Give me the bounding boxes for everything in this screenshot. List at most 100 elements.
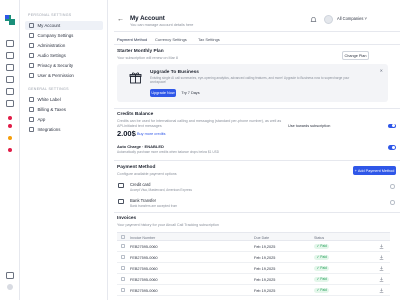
tab-payment-method[interactable]: Payment Method bbox=[117, 37, 147, 42]
sidebar-item-integrations[interactable]: Integrations bbox=[25, 125, 103, 134]
sidebar-item-label: Integrations bbox=[37, 127, 61, 132]
credits-title: Credits Balance bbox=[117, 112, 154, 117]
contacts-icon[interactable] bbox=[6, 76, 14, 83]
status-badge-label: Paid bbox=[320, 288, 327, 293]
status-badge-label: Paid bbox=[320, 255, 327, 260]
invoice-due-date: Feb 19,2025 bbox=[254, 277, 276, 282]
add-payment-method-button[interactable]: + Add Payment Method bbox=[353, 166, 396, 175]
download-icon[interactable] bbox=[379, 266, 384, 271]
upgrade-now-button[interactable]: Upgrade Now bbox=[150, 89, 176, 97]
sidebar-item-my-account[interactable]: My Account bbox=[25, 21, 103, 30]
tab-tax-settings[interactable]: Tax Settings bbox=[198, 37, 220, 42]
gift-icon bbox=[129, 72, 142, 84]
analytics-icon[interactable] bbox=[6, 88, 14, 95]
buy-more-credits-link[interactable]: Buy more credits bbox=[137, 132, 166, 136]
messages-icon[interactable] bbox=[6, 100, 14, 107]
sidebar-item-label: Administration bbox=[37, 43, 66, 48]
phone-icon[interactable] bbox=[6, 64, 14, 71]
sidebar-item-company-settings[interactable]: Company Settings bbox=[25, 31, 103, 40]
sidebar-item-privacy-security[interactable]: Privacy & Security bbox=[25, 61, 103, 70]
billing-icon bbox=[29, 107, 34, 112]
status-badge-label: Paid bbox=[320, 244, 327, 249]
status-dot-icon[interactable] bbox=[8, 124, 12, 128]
change-plan-button[interactable]: Change Plan bbox=[342, 51, 369, 60]
bank-transfer-radio[interactable] bbox=[390, 200, 395, 205]
sidebar-item-label: App bbox=[37, 117, 46, 122]
invoice-due-date: Feb 19,2025 bbox=[254, 255, 276, 260]
download-icon[interactable] bbox=[379, 277, 384, 282]
sidebar-item-label: Audio Settings bbox=[37, 53, 66, 58]
invoices-subtitle: Your payment history for your Aircall Ca… bbox=[117, 223, 219, 227]
row-checkbox[interactable] bbox=[121, 288, 125, 293]
sidebar-item-user-permission[interactable]: User & Permission bbox=[25, 71, 103, 80]
section-divider bbox=[114, 108, 400, 109]
upgrade-description-line-2: workspace! bbox=[150, 80, 167, 84]
table-row[interactable]: FEB27595-0060 Feb 19,2025 ✓ Paid bbox=[117, 252, 390, 263]
invoice-due-date: Feb 19,2025 bbox=[254, 266, 276, 271]
table-row[interactable]: FEB27595-0060 Feb 19,2025 ✓ Paid bbox=[117, 285, 390, 296]
status-dot-icon[interactable] bbox=[8, 116, 12, 120]
auto-charge-toggle[interactable] bbox=[388, 145, 396, 150]
row-checkbox[interactable] bbox=[121, 277, 125, 282]
select-all-checkbox[interactable] bbox=[121, 235, 125, 240]
credits-balance: 2.00$ bbox=[117, 129, 136, 138]
user-avatar-icon[interactable] bbox=[7, 284, 13, 290]
upgrade-title: Upgrade To Business bbox=[150, 70, 199, 75]
bank-icon bbox=[118, 199, 124, 204]
status-dot-icon[interactable] bbox=[8, 136, 12, 140]
sidebar-item-billing-taxes[interactable]: Billing & Taxes bbox=[25, 105, 103, 114]
sidebar-item-app[interactable]: App bbox=[25, 115, 103, 124]
download-icon[interactable] bbox=[379, 244, 384, 249]
download-icon[interactable] bbox=[379, 255, 384, 260]
use-towards-subscription-toggle[interactable] bbox=[388, 123, 396, 128]
auto-charge-description: Automatically purchase more credits when… bbox=[117, 150, 220, 154]
company-selector-label: All Companies bbox=[337, 16, 364, 21]
payment-method-title: Payment Method bbox=[117, 165, 156, 170]
settings-gear-icon[interactable] bbox=[6, 272, 14, 279]
page-title: My Account bbox=[130, 15, 165, 22]
avatar[interactable] bbox=[324, 15, 333, 24]
lock-icon bbox=[29, 63, 34, 68]
try-7-days-button[interactable]: Try 7 Days bbox=[179, 89, 202, 97]
plug-icon bbox=[29, 127, 34, 132]
brand-logo-icon[interactable] bbox=[4, 14, 16, 26]
tag-icon bbox=[29, 97, 34, 102]
sidebar-item-administration[interactable]: Administration bbox=[25, 41, 103, 50]
credit-card-radio[interactable] bbox=[390, 184, 395, 189]
column-header: Status bbox=[314, 235, 325, 240]
row-checkbox[interactable] bbox=[121, 244, 125, 249]
sidebar-item-white-label[interactable]: White Label bbox=[25, 95, 103, 104]
chevron-down-icon: ˅ bbox=[364, 16, 367, 21]
tabs-divider bbox=[114, 44, 400, 45]
status-badge-label: Paid bbox=[320, 277, 327, 282]
table-row[interactable]: FEB27595-0060 Feb 19,2025 ✓ Paid bbox=[117, 274, 390, 285]
invoice-number: FEB27595-0060 bbox=[130, 255, 158, 260]
header-divider bbox=[114, 31, 400, 32]
dashboard-icon[interactable] bbox=[6, 40, 14, 47]
sidebar-item-label: My Account bbox=[37, 23, 61, 28]
row-checkbox[interactable] bbox=[121, 255, 125, 260]
sidebar-item-label: Privacy & Security bbox=[37, 63, 74, 68]
column-header: Invoice Number bbox=[130, 235, 156, 240]
personal-settings-heading: PERSONAL SETTINGS bbox=[28, 13, 72, 17]
upgrade-card: Upgrade To Business Existing single AI c… bbox=[117, 64, 388, 102]
download-icon[interactable] bbox=[379, 288, 384, 293]
grid-icon[interactable] bbox=[6, 52, 14, 59]
status-badge: ✓ Paid bbox=[314, 254, 330, 261]
status-dot-icon[interactable] bbox=[8, 148, 12, 152]
company-selector[interactable]: All Companies ˅ bbox=[337, 16, 367, 21]
bell-icon[interactable] bbox=[310, 16, 317, 23]
back-arrow-icon[interactable]: ← bbox=[117, 16, 124, 23]
table-row[interactable]: FEB27595-0060 Feb 19,2025 ✓ Paid bbox=[117, 241, 390, 252]
table-row[interactable]: FEB27595-0060 Feb 19,2025 ✓ Paid bbox=[117, 263, 390, 274]
page-subtitle: You can manage account details here bbox=[130, 22, 194, 27]
tab-currency-settings[interactable]: Currency Settings bbox=[155, 37, 187, 42]
invoice-number: FEB27595-0060 bbox=[130, 277, 158, 282]
bank-transfer-description: Bank transfers are accepted from bbox=[130, 203, 178, 208]
row-checkbox[interactable] bbox=[121, 266, 125, 271]
sidebar-item-audio-settings[interactable]: Audio Settings bbox=[25, 51, 103, 60]
invoice-number: FEB27595-0060 bbox=[130, 244, 158, 249]
close-icon[interactable]: ✕ bbox=[380, 68, 383, 73]
invoice-number: FEB27595-0060 bbox=[130, 288, 158, 293]
invoices-table-header: Invoice Number Due Date Status bbox=[117, 232, 390, 241]
